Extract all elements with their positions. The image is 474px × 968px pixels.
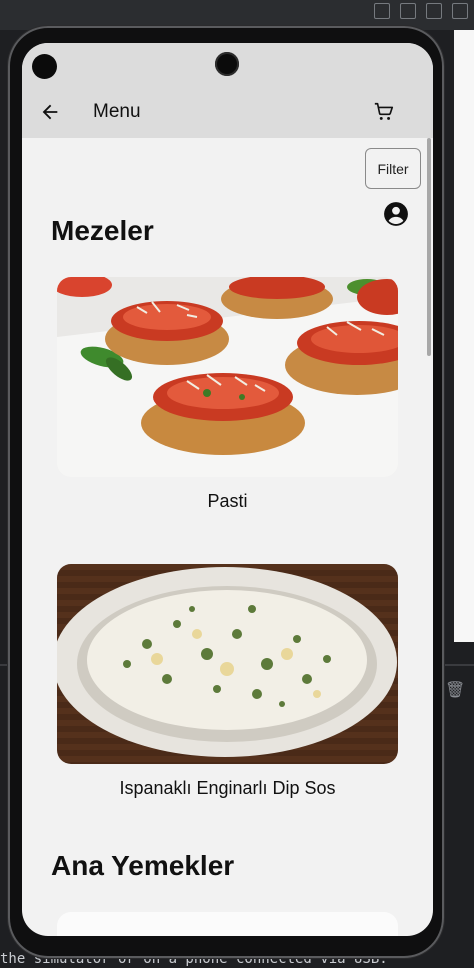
arrow-left-icon: [42, 104, 58, 120]
status-bar: [22, 43, 433, 88]
app-screen: Menu Filter Mezeler Pasti Ispanaklı Engi…: [22, 43, 433, 936]
layout-usb-icon[interactable]: [452, 3, 468, 19]
shopping-cart-icon: [374, 102, 394, 120]
layout-bottom-icon[interactable]: [400, 3, 416, 19]
menu-item-image[interactable]: [57, 277, 398, 477]
camera-dot-left: [32, 54, 57, 79]
section-title: Mezeler: [51, 215, 154, 246]
filter-button[interactable]: Filter: [365, 148, 421, 189]
layout-left-icon[interactable]: [374, 3, 390, 19]
menu-scroll[interactable]: Filter Mezeler Pasti Ispanaklı Enginarlı…: [22, 138, 433, 936]
account-circle-icon: [384, 202, 408, 226]
layout-split-icon[interactable]: [426, 3, 442, 19]
menu-item-image[interactable]: [57, 912, 398, 936]
menu-item-name: Pasti: [207, 491, 248, 511]
app-bar: Menu: [22, 88, 433, 138]
back-button[interactable]: [36, 98, 64, 126]
bruschetta-photo: [57, 277, 398, 477]
spinach-artichoke-dip-photo: [57, 564, 398, 764]
trash-icon[interactable]: 🗑: [445, 680, 465, 700]
section-title: Ana Yemekler: [51, 850, 235, 881]
ide-editor-pane: [454, 30, 474, 642]
menu-item-image[interactable]: [57, 564, 398, 764]
menu-item-name: Ispanaklı Enginarlı Dip Sos: [119, 778, 336, 798]
scrollbar[interactable]: [427, 138, 431, 356]
front-camera: [215, 52, 239, 76]
page-title: Menu: [93, 101, 141, 122]
cart-button[interactable]: [370, 98, 398, 126]
profile-button[interactable]: [383, 201, 409, 227]
